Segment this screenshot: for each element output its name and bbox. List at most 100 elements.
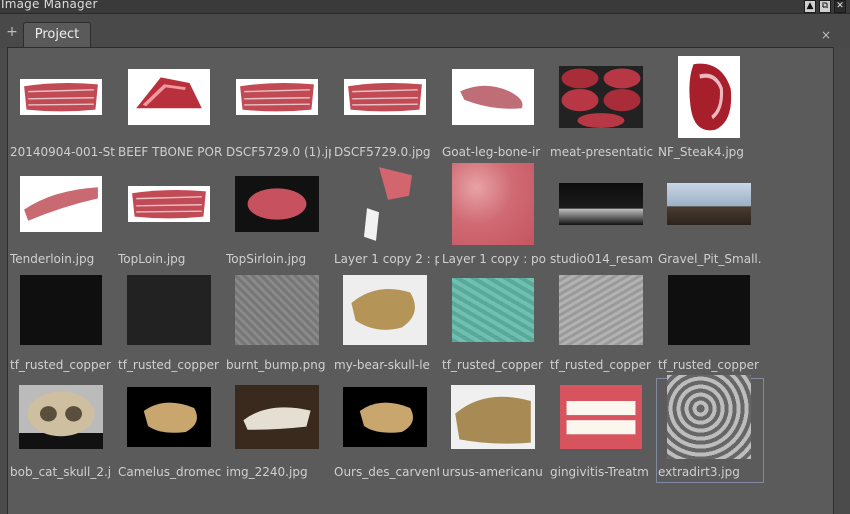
thumbnail-label: Layer 1 copy : po: [442, 252, 547, 266]
thumbnail-label: DSCF5729.0 (1).jp: [226, 145, 331, 159]
image-thumbnail-item[interactable]: NF_Steak4.jpg: [656, 56, 764, 163]
thumbnail-label: Gravel_Pit_Small.: [658, 252, 762, 266]
thumbnail-image: [559, 183, 643, 225]
thumbnail-label: tf_rusted_copper: [550, 358, 651, 372]
image-thumbnail-item[interactable]: TopSirloin.jpg: [224, 165, 332, 270]
thumbnail-image: [560, 385, 642, 449]
thumbnail-image: [236, 79, 318, 115]
thumbnail-frame: [18, 271, 104, 349]
image-thumbnail-item[interactable]: Ours_des_carvent: [332, 378, 440, 483]
thumbnail-image: [20, 79, 102, 115]
close-window-icon[interactable]: ✕: [834, 0, 846, 13]
thumbnail-label: Tenderloin.jpg: [10, 252, 95, 266]
thumbnail-frame: [666, 375, 752, 459]
image-thumbnail-item[interactable]: Tenderloin.jpg: [8, 165, 116, 270]
thumbnail-image: [20, 275, 102, 345]
thumbnail-image: [235, 275, 319, 345]
window-buttons: ▲ ⧉ ✕: [804, 0, 846, 13]
thumbnail-label: tf_rusted_copper: [10, 358, 111, 372]
image-thumbnail-item[interactable]: Gravel_Pit_Small.: [656, 165, 764, 270]
image-thumbnail-item[interactable]: ursus-americanu: [440, 378, 548, 483]
image-thumbnail-item[interactable]: tf_rusted_copper: [116, 271, 224, 376]
thumbnail-frame: [342, 378, 428, 456]
thumbnail-image: [343, 387, 427, 447]
tab-label: Project: [34, 27, 80, 42]
thumbnail-image: [19, 385, 103, 449]
thumbnail-label: Goat-leg-bone-ir: [442, 145, 541, 159]
thumbnail-image: [128, 69, 210, 125]
thumbnail-frame: [18, 58, 104, 136]
thumbnail-label: DSCF5729.0.jpg: [334, 145, 431, 159]
thumbnail-frame: [126, 58, 212, 136]
thumbnail-image: [678, 56, 740, 138]
image-thumbnail-item[interactable]: img_2240.jpg: [224, 378, 332, 483]
thumbnail-image: [235, 176, 319, 232]
thumbnail-label: burnt_bump.png: [226, 358, 326, 372]
thumbnail-image: [343, 275, 427, 345]
thumbnail-image: [559, 275, 643, 345]
thumbnail-frame: [450, 378, 536, 456]
restore-icon[interactable]: ⧉: [819, 0, 831, 13]
image-thumbnail-item[interactable]: tf_rusted_copper: [440, 271, 548, 376]
close-icon[interactable]: ×: [821, 28, 831, 42]
thumbnail-label: 20140904-001-St: [10, 145, 115, 159]
image-thumbnail-item[interactable]: bob_cat_skull_2.j: [8, 378, 116, 483]
thumbnail-frame: [666, 165, 752, 243]
thumbnail-label: TopSirloin.jpg: [226, 252, 307, 266]
thumbnail-frame: [234, 58, 320, 136]
tab-project[interactable]: Project: [23, 22, 91, 48]
thumbnail-image: [235, 385, 319, 449]
thumbnail-frame: [558, 378, 644, 456]
thumbnail-image: [667, 375, 751, 459]
thumbnail-frame: [234, 378, 320, 456]
tab-bar: + Project ×: [0, 14, 850, 48]
thumbnail-label: bob_cat_skull_2.j: [10, 465, 112, 479]
image-thumbnail-item[interactable]: Layer 1 copy : po: [440, 163, 548, 270]
image-grid: 20140904-001-St BEEF TBONE POR DSCF5729.0 …: [7, 47, 834, 514]
image-thumbnail-item[interactable]: 20140904-001-St: [8, 58, 116, 163]
thumbnail-image: [668, 275, 750, 345]
image-thumbnail-item[interactable]: Goat-leg-bone-ir: [440, 58, 548, 163]
image-thumbnail-item[interactable]: BEEF TBONE POR: [116, 58, 224, 163]
thumbnail-frame: [450, 58, 536, 136]
thumbnail-image: [20, 176, 102, 232]
image-thumbnail-item[interactable]: studio014_resam: [548, 165, 656, 270]
thumbnail-frame: [126, 271, 212, 349]
image-thumbnail-item[interactable]: gingivitis-Treatm: [548, 378, 656, 483]
title-bar: Image Manager ▲ ⧉ ✕: [0, 0, 850, 14]
image-thumbnail-item[interactable]: extradirt3.jpg: [656, 375, 764, 483]
image-thumbnail-item[interactable]: DSCF5729.0.jpg: [332, 58, 440, 163]
thumbnail-frame: [558, 165, 644, 243]
thumbnail-label: NF_Steak4.jpg: [658, 145, 744, 159]
thumbnail-image: [128, 186, 210, 222]
thumbnail-frame: [18, 165, 104, 243]
thumbnail-frame: [558, 58, 644, 136]
thumbnail-image: [127, 387, 211, 447]
image-thumbnail-item[interactable]: meat-presentatic: [548, 58, 656, 163]
image-thumbnail-item[interactable]: Layer 1 copy 2 : p: [332, 165, 440, 270]
image-thumbnail-item[interactable]: tf_rusted_copper: [548, 271, 656, 376]
image-thumbnail-item[interactable]: Camelus_dromec: [116, 378, 224, 483]
thumbnail-frame: [342, 58, 428, 136]
image-thumbnail-item[interactable]: my-bear-skull-le: [332, 271, 440, 376]
thumbnail-image: [127, 275, 211, 345]
thumbnail-frame: [342, 165, 428, 243]
thumbnail-image: [452, 163, 534, 245]
triangle-up-icon[interactable]: ▲: [804, 0, 816, 13]
thumbnail-image: [667, 183, 751, 225]
plus-icon[interactable]: +: [6, 25, 18, 39]
image-thumbnail-item[interactable]: TopLoin.jpg: [116, 165, 224, 270]
image-thumbnail-item[interactable]: burnt_bump.png: [224, 271, 332, 376]
thumbnail-label: Ours_des_carvent: [334, 465, 439, 479]
thumbnail-image: [452, 69, 534, 125]
image-thumbnail-item[interactable]: tf_rusted_copper: [8, 271, 116, 376]
thumbnail-label: tf_rusted_copper: [658, 358, 759, 372]
thumbnail-frame: [18, 378, 104, 456]
thumbnail-label: tf_rusted_copper: [442, 358, 543, 372]
thumbnail-label: gingivitis-Treatm: [550, 465, 649, 479]
image-thumbnail-item[interactable]: DSCF5729.0 (1).jp: [224, 58, 332, 163]
image-thumbnail-item[interactable]: tf_rusted_copper: [656, 271, 764, 376]
thumbnail-frame: [558, 271, 644, 349]
thumbnail-frame: [666, 56, 752, 138]
thumbnail-frame: [126, 378, 212, 456]
